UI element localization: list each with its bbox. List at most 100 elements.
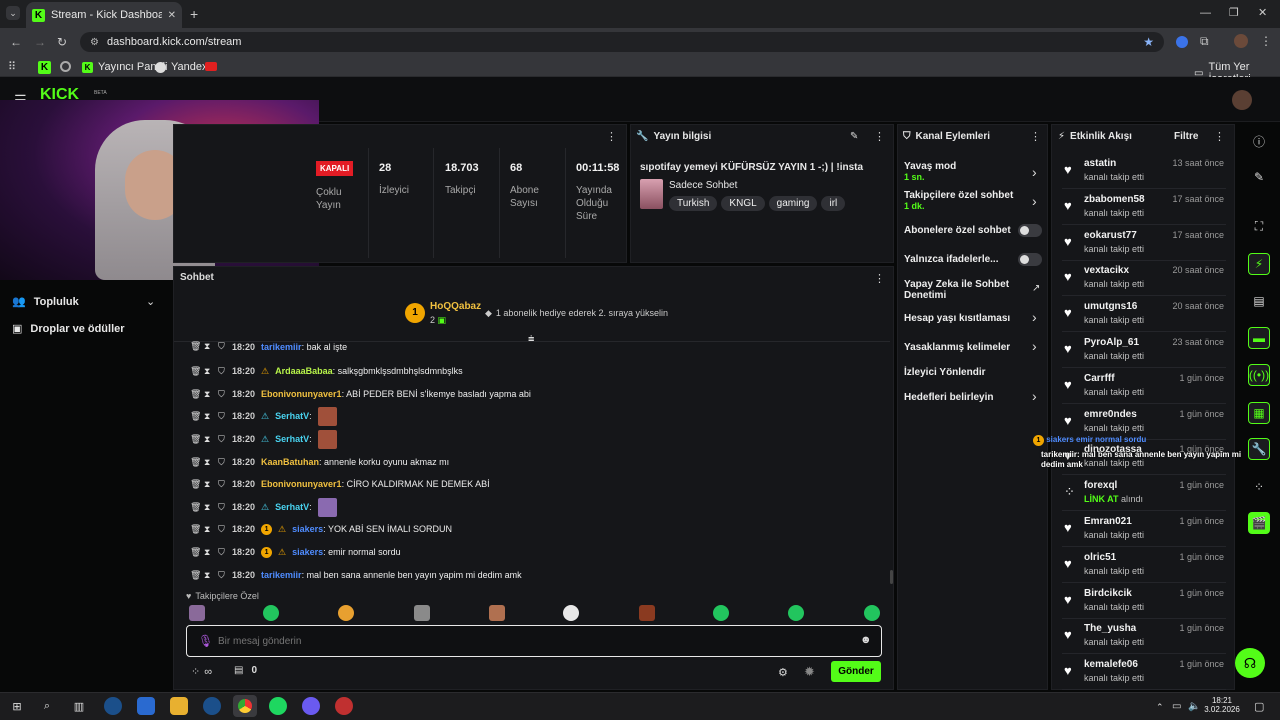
emote-icon[interactable] [864,605,880,621]
timeout-hourglass-icon[interactable]: ⧗ [204,524,212,535]
info-icon[interactable]: ⓘ [1248,130,1270,152]
url-field[interactable]: ⚙ dashboard.kick.com/stream ★ [80,32,1164,52]
nav-community[interactable]: 👥 Topluluk [12,295,79,309]
message-username[interactable]: tarikemiir [261,342,302,352]
extensions-puzzle-icon[interactable]: ⧉ [1200,34,1209,49]
info-menu-icon[interactable]: ⋮ [874,130,885,143]
account-age-row[interactable]: Hesap yaşı kısıtlaması [904,313,1044,324]
delete-icon[interactable]: 🗑 [190,479,201,490]
followers-only-row[interactable]: Takipçilere özel sohbet 1 dk. [904,190,1044,211]
event-user[interactable]: forexql [1084,480,1117,491]
browser-tab[interactable]: K Stream - Kick Dashboard ✕ [26,2,182,28]
stats-menu-icon[interactable]: ⋮ [606,130,617,143]
bookmark-globe-icon[interactable] [60,61,71,72]
close-tab-icon[interactable]: ✕ [168,10,176,21]
delete-icon[interactable]: 🗑 [190,411,201,422]
event-user[interactable]: astatin [1084,158,1116,169]
activity-menu-icon[interactable]: ⋮ [1214,130,1225,143]
user-avatar[interactable] [1232,90,1252,110]
emoji-icon[interactable]: ☻ [860,634,872,646]
banned-words-row[interactable]: Yasaklanmış kelimeler [904,342,1044,353]
edit-pencil-icon[interactable]: ✎ [850,131,858,142]
chat-menu-icon[interactable]: ⋮ [874,272,885,285]
minimize-icon[interactable]: — [1200,7,1211,19]
chevron-down-icon[interactable]: ⌄ [146,295,155,308]
chevron-right-icon[interactable]: › [1032,164,1037,180]
chat-bubble-icon[interactable]: ▬ [1248,327,1270,349]
bookmark-star-icon[interactable]: ★ [1143,35,1154,49]
bookmark-yandex[interactable]: Yandex [155,61,208,73]
chat-settings-icon[interactable]: ⚙ [778,666,788,679]
badge-settings-icon[interactable]: ✹ [804,664,815,680]
emote-icon[interactable] [788,605,804,621]
delete-icon[interactable]: 🗑 [190,366,201,377]
ban-shield-icon[interactable]: ⛉ [218,547,226,558]
emote-icon[interactable] [414,605,430,621]
screen-capture-icon[interactable]: ⛶ [1248,215,1270,237]
message-username[interactable]: SerhatV [275,411,309,421]
maximize-icon[interactable]: ❐ [1229,6,1239,19]
steam-icon[interactable] [104,697,122,715]
store-icon[interactable] [137,697,155,715]
wrench-rail-icon[interactable]: 🔧 [1248,438,1270,460]
event-user[interactable]: The_yusha [1084,623,1136,634]
ban-shield-icon[interactable]: ⛉ [218,341,226,352]
nav-drops[interactable]: ▣ Droplar ve ödüller [12,322,125,336]
browser-menu-icon[interactable]: ⋮ [1260,34,1272,48]
reload-icon[interactable]: ↻ [57,35,67,49]
ban-shield-icon[interactable]: ⛉ [218,434,226,445]
message-username[interactable]: Ebonivonunyaver1 [261,389,342,399]
search-icon[interactable]: ⌕ [38,697,56,715]
steam-app-icon[interactable] [203,697,221,715]
ai-moderation-row[interactable]: Yapay Zeka ile Sohbet Denetimi [904,279,1024,301]
tray-chevron-icon[interactable]: ⌃ [1156,702,1164,713]
task-view-icon[interactable]: ▥ [70,697,88,715]
windows-start-icon[interactable]: ⊞ [8,697,26,715]
message-input[interactable] [218,632,838,650]
layout-icon[interactable]: ▦ [1248,402,1270,424]
new-tab-icon[interactable]: + [190,6,198,22]
delete-icon[interactable]: 🗑 [190,547,201,558]
emote-icon[interactable] [263,605,279,621]
message-username[interactable]: SerhatV [275,502,309,512]
chat-scrollbar[interactable] [890,570,893,584]
help-headset-icon[interactable]: ☊ [1235,648,1265,678]
message-username[interactable]: KaanBatuhan [261,457,319,467]
ban-shield-icon[interactable]: ⛉ [218,570,226,581]
emote-icon[interactable] [189,605,205,621]
ban-shield-icon[interactable]: ⛉ [218,502,226,513]
emote-icon[interactable] [338,605,354,621]
event-user[interactable]: Birdcikcik [1084,588,1132,599]
ban-shield-icon[interactable]: ⛉ [218,411,226,422]
channel-points[interactable]: ⁘ ∞ [191,665,212,679]
chrome-active-icon[interactable] [233,695,257,717]
close-window-icon[interactable]: ✕ [1258,6,1267,19]
emotes-only-toggle[interactable] [1018,253,1042,266]
broadcast-icon[interactable]: ((•)) [1248,364,1270,386]
forward-icon[interactable]: → [34,35,46,49]
send-button[interactable]: Gönder [831,661,881,682]
actions-menu-icon[interactable]: ⋮ [1030,130,1041,143]
timeout-hourglass-icon[interactable]: ⧗ [204,570,212,581]
emote-icon[interactable] [639,605,655,621]
event-user[interactable]: umutgns16 [1084,301,1137,312]
ban-shield-icon[interactable]: ⛉ [218,389,226,400]
app-icon[interactable] [335,697,353,715]
timeout-hourglass-icon[interactable]: ⧗ [204,457,212,468]
chevron-right-icon[interactable]: › [1032,193,1037,209]
delete-icon[interactable]: 🗑 [190,570,201,581]
dots-icon[interactable]: ⁘ [1248,476,1270,498]
timeout-hourglass-icon[interactable]: ⧗ [204,479,212,490]
back-icon[interactable]: ← [10,35,22,49]
ban-shield-icon[interactable]: ⛉ [218,366,226,377]
site-info-icon[interactable]: ⚙ [90,37,99,48]
event-user[interactable]: zbabomen58 [1084,194,1145,205]
extension-icon[interactable] [1176,36,1188,48]
chevron-right-icon[interactable]: › [1032,388,1037,404]
emote-icon[interactable] [713,605,729,621]
timeout-hourglass-icon[interactable]: ⧗ [204,366,212,377]
microphone-icon[interactable]: 🎙 [198,634,213,648]
tag[interactable]: KNGL [721,196,765,211]
kick-bookmark-icon[interactable]: K [38,61,51,74]
ban-shield-icon[interactable]: ⛉ [218,479,226,490]
